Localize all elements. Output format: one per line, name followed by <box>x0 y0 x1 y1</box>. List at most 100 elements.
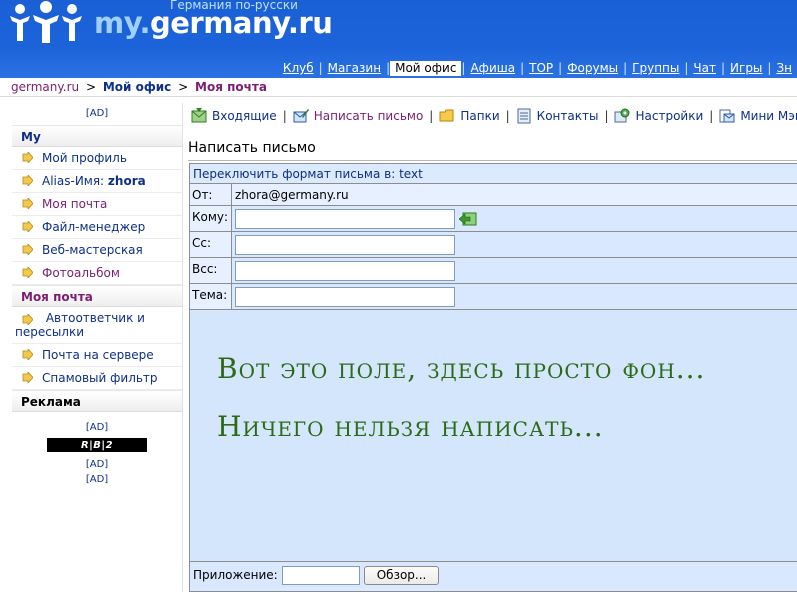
subject-input[interactable] <box>235 286 455 307</box>
sidebar-item-file-manager[interactable]: Файл-менеджер <box>12 216 182 239</box>
toolbar-separator: | <box>709 109 714 123</box>
sidebar-item-label: Файл-менеджер <box>42 220 146 234</box>
nav-more[interactable]: Зн <box>771 61 797 75</box>
sidebar-item-label: Alias-Имя: zhora <box>42 174 146 188</box>
sidebar-item-spam-filter[interactable]: Спамовый фильтр <box>12 367 182 390</box>
nav-chat[interactable]: Чат <box>688 61 721 75</box>
breadcrumb-separator: > <box>85 80 97 94</box>
toolbar-label: Контакты <box>536 109 599 123</box>
bcc-input[interactable] <box>235 260 455 281</box>
toolbar-label: Написать письмо <box>313 109 424 123</box>
compose-form: Переключить формат письма в: text От: zh… <box>189 163 797 592</box>
nav-shop[interactable]: Магазин <box>323 61 386 75</box>
format-switch-row: Переключить формат письма в: text <box>190 164 797 184</box>
bcc-cell <box>232 258 797 283</box>
from-row: От: zhora@germany.ru <box>190 184 797 206</box>
to-cell <box>232 206 797 231</box>
ad-placeholder[interactable]: [AD] <box>12 470 182 485</box>
sidebar-item-my-mail[interactable]: Моя почта <box>12 193 182 216</box>
sidebar-section-my: My <box>12 125 182 147</box>
message-body-area[interactable]: Вот это поле, здесь просто фон... Ничего… <box>190 310 797 562</box>
sidebar-item-label: Фотоальбом <box>42 266 120 280</box>
toolbar-label: Папки <box>460 109 500 123</box>
arrow-right-icon <box>22 175 33 186</box>
breadcrumb-my-mail[interactable]: Моя почта <box>195 80 267 94</box>
sidebar-item-label: Веб-мастерская <box>42 243 143 257</box>
arrow-right-icon <box>22 221 33 232</box>
arrow-right-icon <box>22 267 33 278</box>
ad-placeholder[interactable]: [AD] <box>12 457 182 470</box>
cc-row: Cc: <box>190 232 797 258</box>
toolbar-contacts[interactable]: Контакты <box>516 108 599 124</box>
breadcrumb-separator: > <box>178 80 189 94</box>
compose-icon <box>293 109 309 123</box>
arrow-right-icon <box>22 198 33 209</box>
body-text-line: Ничего нельзя написать... <box>217 410 604 443</box>
nav-afisha[interactable]: Афиша <box>465 61 520 75</box>
to-row: Кому: <box>190 206 797 232</box>
address-book-icon[interactable] <box>459 211 477 227</box>
divider <box>188 160 797 161</box>
to-label: Кому: <box>190 206 232 231</box>
sidebar-item-label: Автоответчик и пересылки <box>15 311 145 339</box>
subject-cell <box>232 284 797 309</box>
browse-button[interactable]: Обзор... <box>363 565 440 585</box>
sidebar-item-web-studio[interactable]: Веб-мастерская <box>12 239 182 262</box>
toolbar-compose[interactable]: Написать письмо <box>293 108 424 124</box>
nav-top[interactable]: TOP <box>524 61 558 75</box>
toolbar-separator: | <box>282 109 287 123</box>
sidebar-item-label: Мой профиль <box>42 151 127 165</box>
nav-forums[interactable]: Форумы <box>562 61 623 75</box>
sidebar-item-alias[interactable]: Alias-Имя: zhora <box>12 170 182 193</box>
nav-games[interactable]: Игры <box>725 61 767 75</box>
arrow-right-icon <box>22 313 33 325</box>
subject-row: Тема: <box>190 284 797 310</box>
subject-label: Тема: <box>190 284 232 309</box>
toolbar-label: Входящие <box>212 109 277 123</box>
nav-my-office[interactable]: Мой офис <box>390 60 462 76</box>
sidebar: [AD] My Мой профиль Alias-Имя: zhora Моя… <box>12 103 183 592</box>
arrow-right-icon <box>22 244 33 255</box>
top-navigation: Клуб | Магазин | Мой офис | Афиша | TOP | Фор… <box>278 60 797 76</box>
toolbar-folders[interactable]: Папки <box>439 108 500 124</box>
inbox-icon <box>191 108 207 123</box>
breadcrumb-home[interactable]: germany.ru <box>11 80 79 94</box>
toolbar-settings[interactable]: Настройки <box>614 108 703 124</box>
banner-ad[interactable]: R|B|2 <box>47 438 147 452</box>
toolbar-inbox[interactable]: Входящие <box>191 108 277 124</box>
cc-cell <box>232 232 797 257</box>
sidebar-item-label: Моя почта <box>42 197 108 211</box>
arrow-right-icon <box>22 349 33 360</box>
sidebar-item-photo-album[interactable]: Фотоальбом <box>12 262 182 285</box>
attachment-file-input[interactable] <box>281 565 360 585</box>
breadcrumb-my-office[interactable]: Мой офис <box>103 80 171 94</box>
mail-toolbar: Входящие | Написать письмо | Папки | Кон… <box>191 106 797 126</box>
sidebar-item-label: Спамовый фильтр <box>42 371 158 385</box>
toolbar-mini-mail[interactable]: Мини Мэйл <box>719 108 797 124</box>
nav-club[interactable]: Клуб <box>278 61 319 75</box>
sidebar-item-server-mail[interactable]: Почта на сервере <box>12 344 182 367</box>
nav-groups[interactable]: Группы <box>627 61 684 75</box>
divider <box>0 96 797 97</box>
banner-text: R|B|2 <box>80 439 114 451</box>
site-header: my.germany.ru Германия по-русски Клуб | М… <box>0 0 797 78</box>
page-title: Написать письмо <box>188 140 316 156</box>
format-switch-link[interactable]: Переключить формат письма в: text <box>193 167 423 181</box>
ad-placeholder[interactable]: [AD] <box>12 103 182 125</box>
ad-placeholder[interactable]: [AD] <box>12 412 182 433</box>
cc-label: Cc: <box>190 232 232 257</box>
toolbar-label: Настройки <box>635 109 704 123</box>
folder-icon <box>439 109 454 122</box>
sidebar-item-autoresponder[interactable]: Автоответчик и пересылки <box>12 307 182 344</box>
attachment-row: Приложение: Обзор... <box>190 562 797 588</box>
toolbar-separator: | <box>604 109 609 123</box>
bcc-label: Bcc: <box>190 258 232 283</box>
breadcrumb: germany.ru > Мой офис > Моя почта <box>11 80 267 94</box>
contacts-icon <box>517 108 531 124</box>
body-text-line: Вот это поле, здесь просто фон... <box>217 352 706 385</box>
to-input[interactable] <box>235 208 455 229</box>
arrow-right-icon <box>22 152 33 163</box>
cc-input[interactable] <box>235 234 455 255</box>
sidebar-item-profile[interactable]: Мой профиль <box>12 147 182 170</box>
settings-icon <box>614 108 630 123</box>
